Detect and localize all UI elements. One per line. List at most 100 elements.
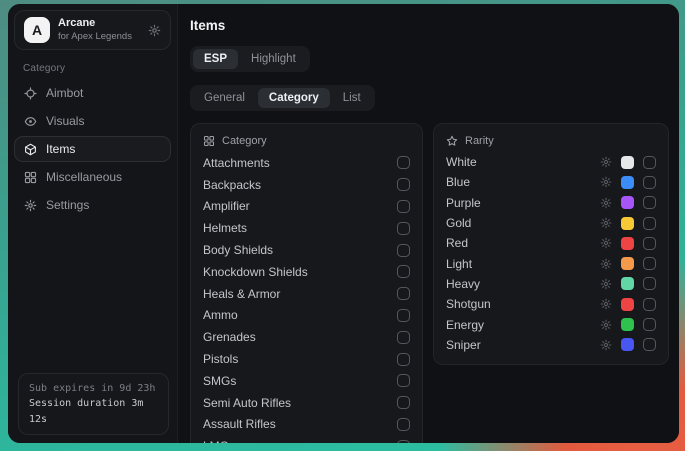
panels: Category AttachmentsBackpacksAmplifierHe… [190, 123, 669, 443]
category-row-lmgs: LMGs [203, 435, 410, 443]
color-swatch-purple[interactable] [621, 196, 634, 209]
sidebar-section-label: Category [23, 63, 177, 74]
category-checkbox-pistols[interactable] [397, 353, 410, 366]
category-label: Heals & Armor [203, 287, 280, 301]
rarity-panel-title: Rarity [465, 135, 494, 147]
color-swatch-sniper[interactable] [621, 338, 634, 351]
rarity-checkbox-light[interactable] [643, 257, 656, 270]
sub-expires-text: Sub expires in 9d 23h [29, 381, 158, 397]
rarity-checkbox-shotgun[interactable] [643, 298, 656, 311]
rarity-label: White [446, 155, 600, 169]
sidebar-item-items[interactable]: Items [14, 136, 171, 162]
gear-icon [24, 199, 37, 212]
color-swatch-shotgun[interactable] [621, 298, 634, 311]
category-checkbox-backpacks[interactable] [397, 178, 410, 191]
rarity-label: Red [446, 236, 600, 250]
tab-general[interactable]: General [193, 88, 256, 108]
color-swatch-red[interactable] [621, 237, 634, 250]
color-swatch-blue[interactable] [621, 176, 634, 189]
sidebar-item-miscellaneous[interactable]: Miscellaneous [14, 164, 171, 190]
tabs: GeneralCategoryList [190, 85, 375, 111]
rarity-checkbox-sniper[interactable] [643, 338, 656, 351]
rarity-row-gold: Gold [446, 213, 656, 233]
category-checkbox-attachments[interactable] [397, 156, 410, 169]
rarity-rows: WhiteBluePurpleGoldRedLightHeavyShotgunE… [446, 152, 656, 355]
subscription-card: Sub expires in 9d 23h Session duration 3… [18, 373, 169, 436]
star-icon [446, 135, 458, 147]
page-title: Items [190, 18, 669, 33]
category-checkbox-semi-auto-rifles[interactable] [397, 396, 410, 409]
desktop-background: A Arcane for Apex Legends Category Aimbo… [0, 0, 685, 451]
mode-highlight[interactable]: Highlight [240, 49, 307, 69]
rarity-checkbox-purple[interactable] [643, 196, 656, 209]
category-checkbox-smgs[interactable] [397, 374, 410, 387]
rarity-row-purple: Purple [446, 193, 656, 213]
color-swatch-white[interactable] [621, 156, 634, 169]
sidebar: A Arcane for Apex Legends Category Aimbo… [8, 4, 178, 443]
category-panel: Category AttachmentsBackpacksAmplifierHe… [190, 123, 423, 443]
category-row-ammo: Ammo [203, 305, 410, 327]
sidebar-item-settings[interactable]: Settings [14, 192, 171, 218]
rarity-checkbox-white[interactable] [643, 156, 656, 169]
category-label: Helmets [203, 221, 247, 235]
category-checkbox-ammo[interactable] [397, 309, 410, 322]
category-checkbox-lmgs[interactable] [397, 440, 410, 443]
app-name: Arcane [58, 17, 132, 31]
rarity-checkbox-energy[interactable] [643, 318, 656, 331]
category-label: Assault Rifles [203, 417, 276, 431]
category-row-knockdown-shields: Knockdown Shields [203, 261, 410, 283]
tab-category[interactable]: Category [258, 88, 330, 108]
category-row-smgs: SMGs [203, 370, 410, 392]
grid-icon [24, 171, 37, 184]
category-row-body-shields: Body Shields [203, 239, 410, 261]
rarity-checkbox-heavy[interactable] [643, 277, 656, 290]
category-rows: AttachmentsBackpacksAmplifierHelmetsBody… [203, 152, 410, 443]
category-row-amplifier: Amplifier [203, 196, 410, 218]
color-swatch-gold[interactable] [621, 217, 634, 230]
category-checkbox-helmets[interactable] [397, 222, 410, 235]
app-logo: A [24, 17, 50, 43]
settings-gear-icon[interactable] [148, 24, 161, 37]
color-swatch-light[interactable] [621, 257, 634, 270]
sidebar-item-label: Aimbot [46, 86, 83, 100]
sidebar-nav: Aimbot Visuals Items Miscellaneous Settings [8, 80, 177, 218]
rarity-settings-gear-icon[interactable] [600, 217, 612, 229]
category-checkbox-assault-rifles[interactable] [397, 418, 410, 431]
rarity-settings-gear-icon[interactable] [600, 319, 612, 331]
rarity-settings-gear-icon[interactable] [600, 176, 612, 188]
category-checkbox-heals-armor[interactable] [397, 287, 410, 300]
rarity-settings-gear-icon[interactable] [600, 197, 612, 209]
category-panel-title: Category [222, 135, 267, 147]
category-checkbox-body-shields[interactable] [397, 244, 410, 257]
rarity-label: Purple [446, 196, 600, 210]
rarity-checkbox-gold[interactable] [643, 217, 656, 230]
sidebar-item-visuals[interactable]: Visuals [14, 108, 171, 134]
rarity-label: Gold [446, 216, 600, 230]
rarity-settings-gear-icon[interactable] [600, 278, 612, 290]
category-label: Semi Auto Rifles [203, 396, 291, 410]
category-label: Body Shields [203, 243, 273, 257]
rarity-settings-gear-icon[interactable] [600, 298, 612, 310]
mode-esp[interactable]: ESP [193, 49, 238, 69]
session-duration-text: Session duration 3m 12s [29, 396, 158, 427]
sidebar-item-label: Items [46, 142, 75, 156]
mode-toggle-row: ESPHighlight [190, 46, 669, 72]
rarity-settings-gear-icon[interactable] [600, 258, 612, 270]
rarity-label: Light [446, 257, 600, 271]
category-row-helmets: Helmets [203, 217, 410, 239]
category-checkbox-amplifier[interactable] [397, 200, 410, 213]
rarity-settings-gear-icon[interactable] [600, 339, 612, 351]
color-swatch-energy[interactable] [621, 318, 634, 331]
tab-list[interactable]: List [332, 88, 372, 108]
color-swatch-heavy[interactable] [621, 277, 634, 290]
category-checkbox-grenades[interactable] [397, 331, 410, 344]
rarity-checkbox-blue[interactable] [643, 176, 656, 189]
rarity-settings-gear-icon[interactable] [600, 156, 612, 168]
rarity-settings-gear-icon[interactable] [600, 237, 612, 249]
category-checkbox-knockdown-shields[interactable] [397, 265, 410, 278]
sidebar-item-aimbot[interactable]: Aimbot [14, 80, 171, 106]
mode-toggle: ESPHighlight [190, 46, 310, 72]
sidebar-item-label: Miscellaneous [46, 170, 122, 184]
category-label: Backpacks [203, 178, 261, 192]
rarity-checkbox-red[interactable] [643, 237, 656, 250]
